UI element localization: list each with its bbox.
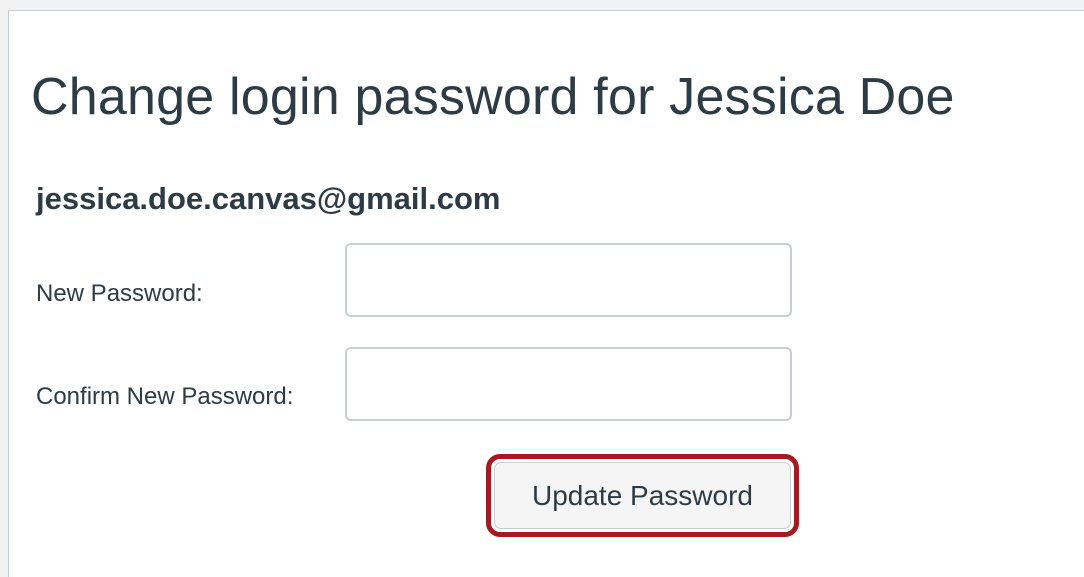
update-button-highlight: Update Password [486,454,799,537]
new-password-label: New Password: [36,280,203,307]
new-password-field[interactable] [345,243,792,317]
dialog-title: Change login password for Jessica Doe [31,68,955,126]
confirm-password-field[interactable] [345,347,792,421]
change-password-dialog: Change login password for Jessica Doe je… [8,10,1084,577]
account-email: jessica.doe.canvas@gmail.com [36,181,501,216]
confirm-password-label: Confirm New Password: [36,383,294,410]
update-password-button[interactable]: Update Password [494,462,791,529]
